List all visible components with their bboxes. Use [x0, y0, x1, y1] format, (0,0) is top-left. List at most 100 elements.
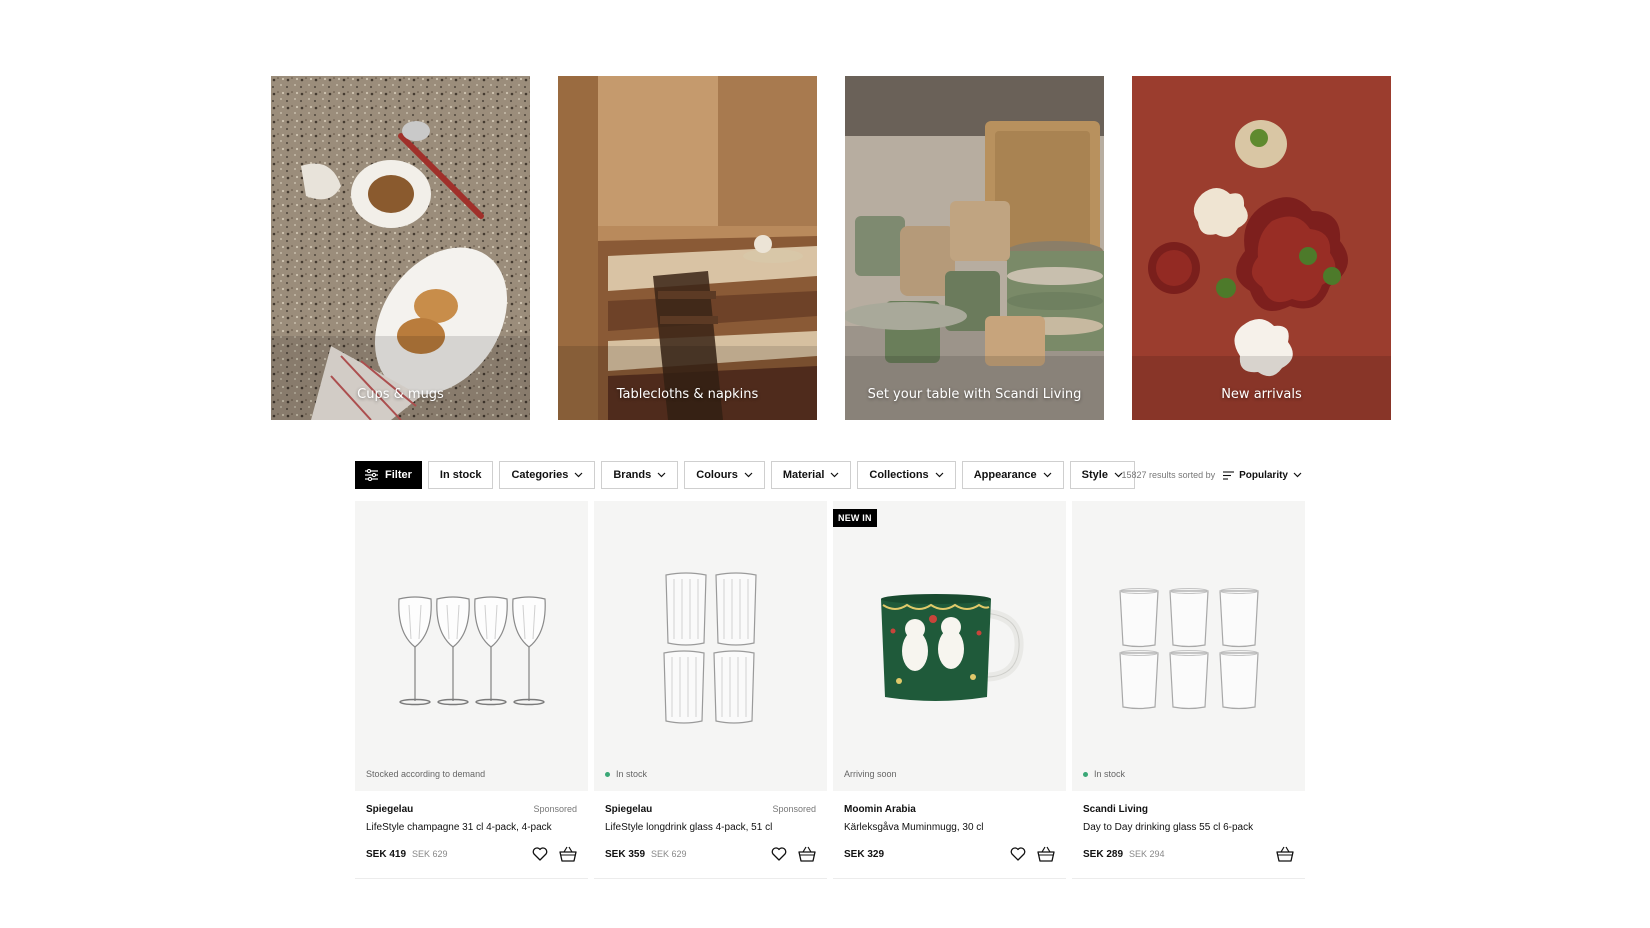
add-to-cart-button[interactable]	[559, 845, 577, 863]
category-label: Set your table with Scandi Living	[867, 387, 1082, 402]
stock-label: In stock	[616, 769, 648, 779]
sliders-icon	[365, 469, 378, 481]
product-info: Spiegelau Sponsored LifeStyle longdrink …	[605, 802, 816, 863]
card-divider	[594, 878, 827, 879]
new-in-badge: NEW IN	[833, 509, 877, 527]
filter-bar: Filter In stock Categories Brands Colour…	[355, 461, 1135, 489]
sort-dropdown[interactable]: Popularity	[1223, 470, 1302, 481]
in-stock-dot-icon	[1083, 771, 1088, 777]
chip-label: Style	[1081, 469, 1108, 481]
product-info: Spiegelau Sponsored LifeStyle champagne …	[366, 802, 577, 863]
category-tile-scandi-living[interactable]: Set your table with Scandi Living	[845, 76, 1104, 420]
product-image[interactable]: NEW IN Arriving soon	[833, 501, 1066, 791]
product-brand: Scandi Living	[1083, 803, 1149, 815]
product-brand: Moomin Arabia	[844, 803, 916, 815]
product-card[interactable]: Stocked according to demand Spiegelau Sp…	[355, 501, 588, 879]
category-tile-tablecloths-napkins[interactable]: Tablecloths & napkins	[558, 76, 817, 420]
product-price: SEK 359	[605, 848, 646, 860]
chip-label: Appearance	[973, 469, 1037, 481]
chevron-down-icon	[744, 472, 753, 478]
sponsored-label: Sponsored	[772, 804, 816, 814]
product-image[interactable]: In stock	[1072, 501, 1305, 791]
chevron-down-icon	[1293, 472, 1302, 478]
chip-material[interactable]: Material	[770, 461, 852, 489]
chip-brands[interactable]: Brands	[601, 461, 679, 489]
filter-button[interactable]: Filter	[355, 461, 422, 489]
heart-icon	[771, 847, 787, 861]
cups-mugs-image	[271, 76, 530, 420]
longdrink-glasses-image	[663, 572, 757, 724]
chip-label: Brands	[613, 469, 652, 481]
stock-label: Arriving soon	[844, 769, 897, 779]
chevron-down-icon	[830, 472, 839, 478]
product-image[interactable]: In stock	[594, 501, 827, 791]
chevron-down-icon	[1043, 472, 1052, 478]
chip-categories[interactable]: Categories	[499, 461, 596, 489]
filter-label: Filter	[385, 469, 412, 481]
product-card[interactable]: NEW IN Arriving soon Moomin Arabia Kärle…	[833, 501, 1066, 879]
category-tile-new-arrivals[interactable]: New arrivals	[1132, 76, 1391, 420]
stock-label: Stocked according to demand	[366, 769, 486, 779]
chip-label: Material	[782, 469, 825, 481]
heart-icon	[1010, 847, 1026, 861]
champagne-glasses-image	[398, 596, 546, 706]
product-card[interactable]: In stock Scandi Living Day to Day drinki…	[1072, 501, 1305, 879]
product-old-price: SEK 629	[651, 849, 687, 859]
product-info: Scandi Living Day to Day drinking glass …	[1083, 802, 1294, 863]
chip-colours[interactable]: Colours	[684, 461, 765, 489]
product-old-price: SEK 294	[1129, 849, 1165, 859]
category-label: Cups & mugs	[357, 387, 444, 402]
chip-collections[interactable]: Collections	[857, 461, 956, 489]
chip-label: In stock	[439, 469, 482, 481]
product-brand: Spiegelau	[605, 803, 653, 815]
chevron-down-icon	[657, 472, 666, 478]
basket-icon	[1037, 846, 1055, 862]
product-info: Moomin Arabia Kärleksgåva Muminmugg, 30 …	[844, 802, 1055, 863]
in-stock-dot-icon	[605, 771, 610, 777]
chip-appearance[interactable]: Appearance	[961, 461, 1064, 489]
sponsored-label: Sponsored	[533, 804, 577, 814]
stock-label: In stock	[1094, 769, 1126, 779]
product-brand: Spiegelau	[366, 803, 414, 815]
sort-area: 15827 results sorted by Popularity	[1122, 461, 1302, 489]
product-name[interactable]: Kärleksgåva Muminmugg, 30 cl	[844, 822, 1055, 836]
wishlist-button[interactable]	[531, 845, 549, 863]
product-card[interactable]: In stock Spiegelau Sponsored LifeStyle l…	[594, 501, 827, 879]
chip-in-stock[interactable]: In stock	[427, 461, 494, 489]
stock-status: Arriving soon	[844, 769, 897, 779]
category-tile-cups-mugs[interactable]: Cups & mugs	[271, 76, 530, 420]
drinking-glasses-image	[1119, 588, 1259, 710]
sort-value: Popularity	[1239, 469, 1288, 481]
stock-status: In stock	[605, 769, 647, 779]
product-price: SEK 329	[844, 848, 885, 860]
card-divider	[833, 878, 1066, 879]
chevron-down-icon	[574, 472, 583, 478]
stock-status: In stock	[1083, 769, 1125, 779]
product-name[interactable]: Day to Day drinking glass 55 cl 6-pack	[1083, 822, 1294, 836]
heart-icon	[532, 847, 548, 861]
chip-label: Colours	[696, 469, 738, 481]
add-to-cart-button[interactable]	[798, 845, 816, 863]
scandi-living-image	[845, 76, 1104, 420]
product-price: SEK 289	[1083, 848, 1124, 860]
wishlist-button[interactable]	[1009, 845, 1027, 863]
basket-icon	[798, 846, 816, 862]
sort-lines-icon	[1223, 470, 1235, 480]
results-count: 15827 results sorted by	[1121, 470, 1216, 480]
moomin-mug-image	[881, 594, 1024, 701]
tablecloths-napkins-image	[558, 76, 817, 420]
product-name[interactable]: LifeStyle longdrink glass 4-pack, 51 cl	[605, 822, 816, 836]
chevron-down-icon	[935, 472, 944, 478]
wishlist-button[interactable]	[770, 845, 788, 863]
add-to-cart-button[interactable]	[1037, 845, 1055, 863]
basket-icon	[1276, 846, 1294, 862]
add-to-cart-button[interactable]	[1276, 845, 1294, 863]
product-price: SEK 419	[366, 848, 407, 860]
chip-label: Collections	[869, 469, 929, 481]
card-divider	[1072, 878, 1305, 879]
product-image[interactable]: Stocked according to demand	[355, 501, 588, 791]
stock-status: Stocked according to demand	[366, 769, 485, 779]
chip-label: Categories	[511, 469, 569, 481]
product-name[interactable]: LifeStyle champagne 31 cl 4-pack, 4-pack	[366, 822, 577, 836]
new-arrivals-image	[1132, 76, 1391, 420]
